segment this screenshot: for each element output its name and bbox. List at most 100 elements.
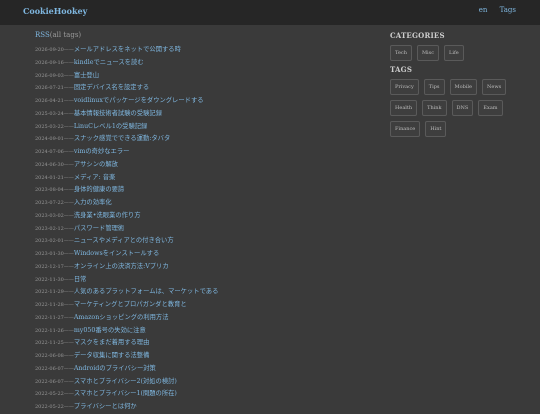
post-title-link[interactable]: 基本情報技術者試験の受験記録 [74, 110, 162, 117]
post-item: 2022-11-28——マーケティングとプロパガンダと教育と [35, 299, 355, 312]
post-item: 2026-04-21——voidlinuxでパッケージをダウングレードする [35, 95, 355, 108]
category-chip[interactable]: Misc [416, 45, 440, 61]
post-title-link[interactable]: ニュースやメディアとの付き合い方 [74, 237, 174, 244]
post-separator: —— [63, 72, 74, 79]
tag-chip[interactable]: Tips [423, 79, 445, 95]
top-navbar: CookieHookey en Tags [0, 0, 540, 25]
post-item: 2026-09-20——メールアドレスをネットで公開する時 [35, 44, 355, 57]
post-date: 2026-09-03 [35, 72, 64, 79]
post-item: 2023-08-04——身体的健康の要諦 [35, 184, 355, 197]
post-separator: —— [63, 302, 74, 308]
rss-link[interactable]: RSS [35, 31, 50, 39]
tag-chip[interactable]: Hint [425, 121, 447, 137]
post-title-link[interactable]: 固定デバイス名を設定する [74, 84, 149, 91]
tag-chip[interactable]: Think [422, 100, 447, 116]
post-title-link[interactable]: voidlinuxでパッケージをダウングレードする [74, 97, 204, 104]
post-item: 2022-11-26——my050番号の失効に注意 [35, 325, 355, 338]
post-item: 2023-07-22——入力の効率化 [35, 197, 355, 210]
category-chip[interactable]: Life [444, 45, 464, 61]
post-title-link[interactable]: 入力の効率化 [74, 199, 112, 206]
post-separator: —— [63, 353, 74, 359]
post-list: 2026-09-20——メールアドレスをネットで公開する時 2026-09-16—… [35, 44, 355, 414]
tag-chip[interactable]: DNS [451, 100, 474, 116]
post-item: 2022-05-22——プライバシーとは何か [35, 401, 355, 414]
post-title-link[interactable]: my050番号の失効に注意 [74, 327, 146, 334]
post-title-link[interactable]: マスクをまだ着用する理由 [74, 339, 150, 346]
post-date: 2026-09-16 [35, 59, 64, 66]
post-item: 2022-11-25——マスクをまだ着用する理由 [35, 337, 355, 350]
tags-heading: TAGS [390, 65, 413, 74]
post-title-link[interactable]: Amazonショッピングの利用方法 [74, 314, 169, 321]
nav-tags[interactable]: Tags [500, 6, 516, 14]
post-title-link[interactable]: 富士登山 [74, 72, 99, 79]
post-title-link[interactable]: スナック感覚でできる運動:タバタ [74, 135, 170, 142]
tag-chip[interactable]: Privacy [390, 79, 419, 95]
post-date: 2024-09-01 [35, 136, 64, 143]
post-title-link[interactable]: LinuCレベル1の受験記録 [74, 123, 148, 130]
nav-language-en[interactable]: en [479, 6, 488, 14]
post-list-section: RSS(all tags) 2026-09-20——メールアドレスをネットで公開… [35, 31, 355, 414]
post-date: 2023-02-01 [35, 238, 64, 245]
post-item: 2024-06-30——アサシンの解放 [35, 159, 355, 172]
tag-chip[interactable]: Finance [390, 121, 421, 137]
post-title-link[interactable]: vimの奇妙なエラー [74, 148, 130, 155]
post-title-link[interactable]: 日常 [74, 276, 87, 283]
post-title-link[interactable]: アサシンの解放 [74, 161, 118, 168]
tag-chip[interactable]: News [482, 79, 507, 95]
post-item: 2026-07-21——固定デバイス名を設定する [35, 82, 355, 95]
post-separator: —— [63, 123, 74, 130]
post-date: 2024-01-21 [35, 174, 64, 181]
post-separator: —— [63, 378, 74, 385]
post-title-link[interactable]: Windowsをインストールする [74, 250, 159, 257]
sidebar: CATEGORIES Tech Misc Life TAGS Privacy Tips… [390, 31, 520, 140]
tags-list: Privacy Tips Mobile News Health Think DNS Exam F… [390, 79, 520, 137]
post-title-link[interactable]: 人気のあるプラットフォームは、マーケットである [74, 288, 219, 295]
tag-chip[interactable]: Mobile [449, 79, 477, 95]
post-title-link[interactable]: メディア: 音楽 [74, 174, 115, 181]
tag-chip[interactable]: Health [390, 100, 418, 116]
post-title-link[interactable]: マーケティングとプロパガンダと教育と [74, 301, 187, 308]
post-title-link[interactable]: スマホとプライバシー1(問題の所在) [74, 390, 177, 397]
post-date: 2022-11-26 [35, 327, 64, 334]
post-item: 2026-09-16——kindleでニュースを読む [35, 57, 355, 70]
post-date: 2022-11-29 [35, 289, 64, 296]
post-separator: —— [63, 200, 74, 206]
post-separator: —— [63, 161, 74, 168]
post-item: 2025-03-22——LinuCレベル1の受験記録 [35, 121, 355, 134]
post-item: 2022-06-07——Androidのプライバシー対策 [35, 363, 355, 376]
post-item: 2024-07-06——vimの奇妙なエラー [35, 146, 355, 159]
post-title-link[interactable]: オンライン上の決済方法:Vプリカ [74, 263, 169, 270]
post-date: 2022-05-22 [35, 391, 64, 398]
tag-chip[interactable]: Exam [478, 100, 503, 116]
site-title-link[interactable]: CookieHookey [23, 6, 87, 16]
post-title-link[interactable]: 洗身業•洗眼業の作り方 [74, 212, 141, 219]
post-title-link[interactable]: データ収集に関する法整備 [74, 352, 150, 359]
post-date: 2024-06-30 [35, 161, 64, 168]
post-date: 2022-06-07 [35, 365, 64, 372]
post-separator: —— [63, 136, 74, 143]
category-chip[interactable]: Tech [390, 45, 412, 61]
post-separator: —— [63, 174, 74, 181]
post-separator: —— [63, 85, 74, 92]
post-title-link[interactable]: メールアドレスをネットで公開する時 [74, 46, 181, 53]
post-date: 2026-09-20 [35, 47, 64, 53]
rss-suffix: (all tags) [49, 31, 82, 39]
post-date: 2023-03-02 [35, 212, 64, 219]
post-title-link[interactable]: パスワード管理術 [74, 225, 124, 232]
post-item: 2023-02-12——パスワード管理術 [35, 223, 355, 236]
post-item: 2022-11-29——人気のあるプラットフォームは、マーケットである [35, 286, 355, 299]
post-item: 2022-06-08——データ収集に関する法整備 [35, 350, 355, 363]
post-title-link[interactable]: Androidのプライバシー対策 [74, 365, 156, 372]
post-date: 2023-07-22 [35, 200, 64, 206]
post-item: 2022-06-07——スマホとプライバシー2(対処の検討) [35, 376, 355, 389]
post-item: 2023-01-30——Windowsをインストールする [35, 248, 355, 261]
top-nav: en Tags [469, 6, 516, 14]
post-separator: —— [63, 47, 74, 53]
post-separator: —— [63, 314, 74, 321]
post-title-link[interactable]: スマホとプライバシー2(対処の検討) [74, 378, 177, 385]
post-title-link[interactable]: kindleでニュースを読む [74, 59, 144, 66]
post-separator: —— [63, 238, 74, 245]
post-title-link[interactable]: プライバシーとは何か [74, 403, 137, 410]
post-title-link[interactable]: 身体的健康の要諦 [74, 186, 124, 193]
post-separator: —— [63, 59, 74, 66]
